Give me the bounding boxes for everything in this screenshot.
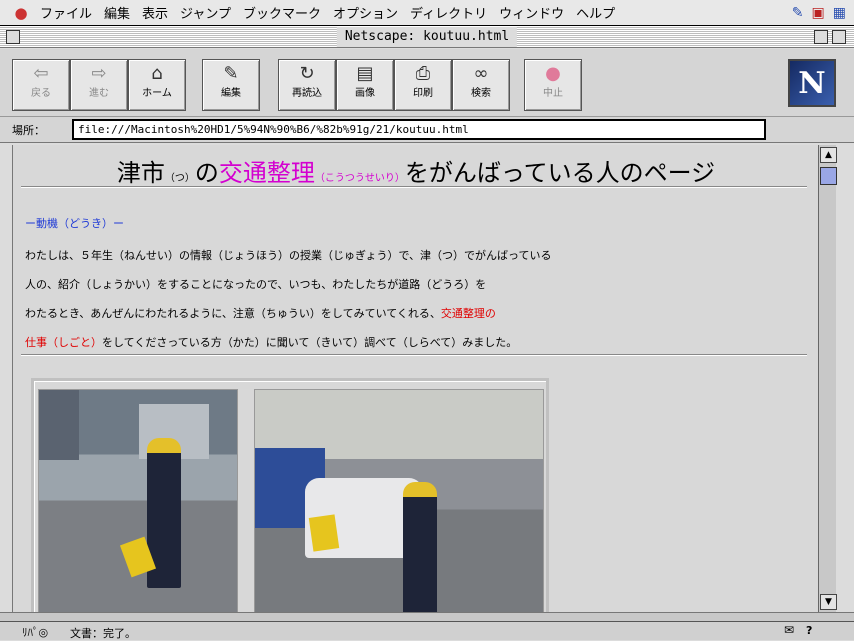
home-icon: ⌂ (151, 63, 163, 84)
body-line-3-red: 交通整理の (440, 307, 496, 320)
reload-label: 再読込 (292, 88, 322, 99)
page-heading: 津市（つ）の交通整理（こうつうせいり）をがんばっている人のページ (13, 153, 818, 188)
close-box-icon[interactable] (6, 30, 20, 44)
menu-view[interactable]: 表示 (136, 3, 174, 22)
heading-no: の (194, 159, 219, 187)
scroll-up-arrow-icon[interactable]: ▲ (820, 147, 837, 163)
status-text: 文書：完了。 (70, 627, 136, 640)
pencil-icon: ✎ (223, 63, 239, 84)
edit-button[interactable]: ✎ 編集 (202, 59, 260, 111)
guard-figure (403, 482, 437, 612)
security-icon[interactable]: ﾘﾊﾟ◎ (22, 624, 48, 640)
photo-table (31, 378, 549, 612)
section-label: ー動機（どうき）ー (25, 217, 124, 230)
find-button[interactable]: ∞ 検索 (452, 59, 510, 111)
home-button[interactable]: ⌂ ホーム (128, 59, 186, 111)
menu-directory[interactable]: ディレクトリ (404, 3, 493, 22)
body-line-2: 人の、紹介（しょうかい）をすることになったので、いつも、わたしたちが道路（どうろ… (25, 278, 487, 291)
mac-menu-bar: ● ファイル 編集 表示 ジャンプ ブックマーク オプション ディレクトリ ウィ… (0, 0, 854, 26)
heading-traffic: 交通整理 (218, 159, 315, 187)
location-input[interactable] (72, 119, 766, 140)
print-button[interactable]: ⎙ 印刷 (394, 59, 452, 111)
finder-icon[interactable]: ▦ (833, 5, 846, 21)
reload-icon: ↻ (299, 63, 315, 84)
location-label: 場所： (12, 124, 45, 137)
print-label: 印刷 (413, 88, 433, 99)
heading-ruby-traffic: （こうつうせいり） (314, 173, 405, 184)
images-button[interactable]: ▤ 画像 (336, 59, 394, 111)
edit-label: 編集 (221, 88, 241, 99)
menu-edit[interactable]: 編集 (98, 3, 136, 22)
forward-arrow-icon: ⇨ (91, 63, 107, 84)
back-arrow-icon: ⇦ (33, 63, 49, 84)
reload-button[interactable]: ↻ 再読込 (278, 59, 336, 111)
body-line-3: わたるとき、あんぜんにわたれるように、注意（ちゅうい）をしてみていてくれる、交通… (25, 305, 496, 321)
forward-label: 進む (89, 88, 109, 99)
scroll-thumb[interactable] (820, 167, 837, 185)
printer-icon: ⎙ (415, 63, 431, 84)
heading-ruby-tsu: （つ） (164, 173, 195, 184)
stop-button[interactable]: ● 中止 (524, 59, 582, 111)
back-button[interactable]: ⇦ 戻る (12, 59, 70, 111)
heading-tsu: 津市 (116, 159, 165, 187)
back-label: 戻る (31, 88, 51, 99)
traffic-guard-photo-1 (38, 389, 238, 612)
apple-menu-icon[interactable]: ● (8, 4, 34, 22)
status-bar: ﾘﾊﾟ◎ 文書：完了。 ✉ ? (0, 621, 854, 640)
menu-file[interactable]: ファイル (34, 3, 98, 22)
menu-window[interactable]: ウィンドウ (493, 3, 570, 22)
netscape-logo[interactable]: N (788, 59, 836, 107)
toolbar: ⇦ 戻る ⇨ 進む ⌂ ホーム ✎ 編集 ↻ 再読込 ▤ 画像 ⎙ 印刷 ∞ 検… (0, 49, 854, 117)
help-icon[interactable]: ? (806, 624, 812, 637)
heading-rest: をがんばっている人のページ (404, 159, 716, 187)
flag-image (308, 514, 340, 552)
body-line-1: わたしは、５年生（ねんせい）の情報（じょうほう）の授業（じゅぎょう）で、津（つ）… (25, 249, 552, 262)
images-label: 画像 (355, 88, 375, 99)
window-title-bar[interactable]: Netscape: koutuu.html (0, 26, 854, 48)
body-line-3-text: わたるとき、あんぜんにわたれるように、注意（ちゅうい）をしてみていてくれる、 (25, 307, 441, 320)
forward-button[interactable]: ⇨ 進む (70, 59, 128, 111)
collapse-box-icon[interactable] (832, 30, 846, 44)
window-title: Netscape: koutuu.html (336, 27, 518, 47)
vertical-scrollbar[interactable]: ▲ ▼ (818, 145, 837, 612)
traffic-guard-photo-2 (254, 389, 544, 612)
scroll-down-arrow-icon[interactable]: ▼ (820, 594, 837, 610)
page-content: 津市（つ）の交通整理（こうつうせいり）をがんばっている人のページ ー動機（どうき… (12, 145, 818, 612)
body-line-4-red: 仕事（しごと） (25, 336, 102, 349)
zoom-box-icon[interactable] (814, 30, 828, 44)
mail-icon[interactable]: ✉ (784, 623, 794, 637)
stop-label: 中止 (543, 88, 563, 99)
body-line-4: 仕事（しごと）をしてくださっている方（かた）に聞いて（きいて）調べて（しらべて）… (25, 334, 517, 350)
binoculars-icon: ∞ (473, 63, 489, 84)
horizontal-scroll-edge (0, 612, 854, 621)
building-image (39, 390, 79, 460)
menu-help[interactable]: ヘルプ (570, 3, 621, 22)
home-label: ホーム (142, 88, 172, 99)
menu-options[interactable]: オプション (327, 3, 404, 22)
location-bar: 場所： (0, 117, 854, 143)
divider (21, 186, 807, 188)
divider (21, 354, 807, 356)
menu-bookmarks[interactable]: ブックマーク (237, 3, 327, 22)
app-switcher-icon[interactable]: ▣ (812, 5, 825, 21)
images-icon: ▤ (356, 63, 374, 84)
menu-go[interactable]: ジャンプ (174, 3, 237, 22)
stop-icon: ● (545, 63, 561, 84)
find-label: 検索 (471, 88, 491, 99)
pencil-icon[interactable]: ✎ (792, 5, 804, 21)
body-line-4-text: をしてくださっている方（かた）に聞いて（きいて）調べて（しらべて）みました。 (102, 336, 518, 349)
